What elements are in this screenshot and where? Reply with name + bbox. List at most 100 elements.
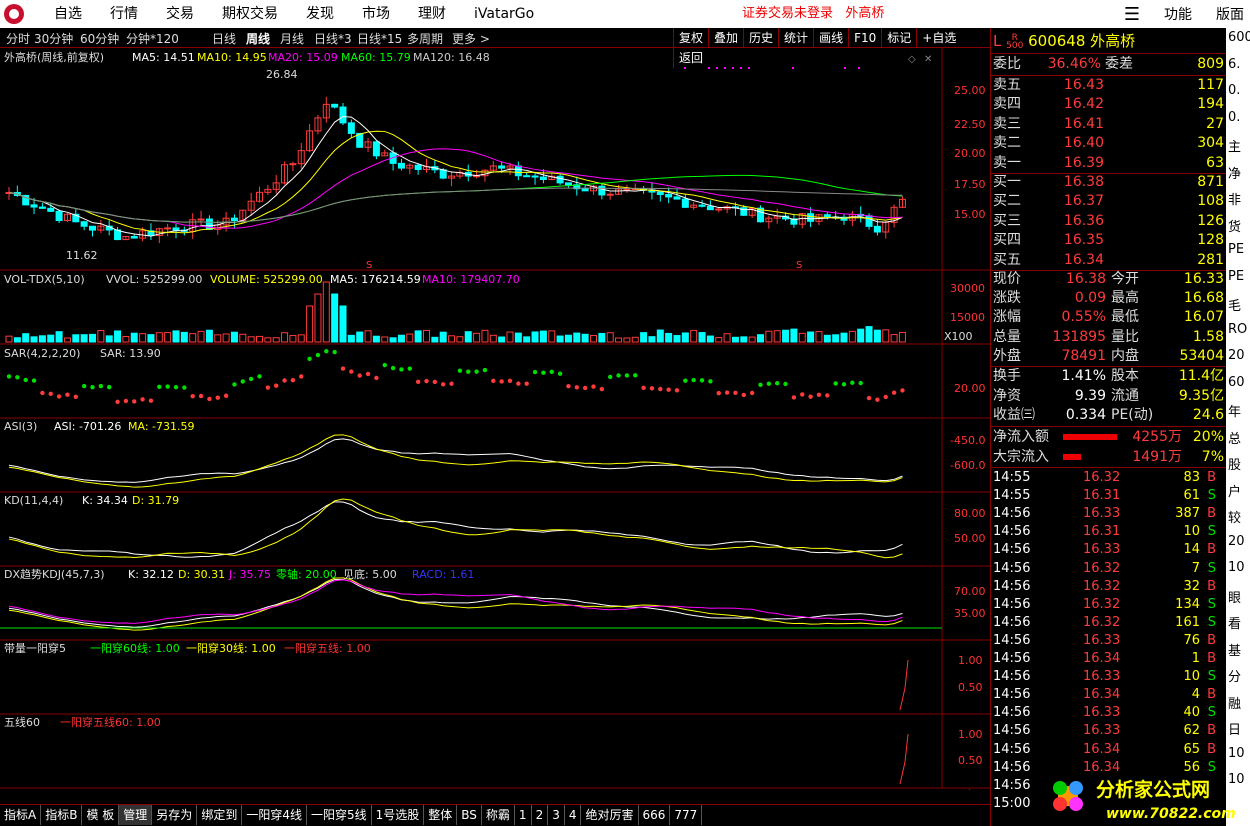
volume-bar (673, 335, 681, 343)
menu-item-options[interactable]: 期权交易 (208, 0, 292, 28)
menu-list-icon[interactable]: ☰ (1124, 4, 1140, 25)
tick-row: 14:56 16.34 4 B (991, 686, 1222, 704)
period-tab-day15[interactable]: 日线*15 (357, 30, 402, 47)
indicator-tab[interactable]: 1 (515, 805, 532, 825)
indicator-tab[interactable]: 一阳穿4线 (242, 805, 307, 825)
indicator-tab[interactable]: 指标B (41, 805, 83, 825)
watermark-logo: 分析家公式网 www.70822.com (1053, 778, 1236, 822)
flow-bar (1063, 453, 1081, 460)
indicator-tab[interactable]: 绝对厉害 (581, 805, 639, 825)
tool-fuquan[interactable]: 复权 (673, 28, 708, 48)
book-row[interactable]: 卖四 16.42 194 (993, 95, 1224, 114)
tool-overlay[interactable]: 叠加 (708, 28, 743, 48)
indicator-tab[interactable]: 整体 (424, 805, 458, 825)
volume-bar (214, 334, 222, 343)
candle-body (665, 194, 673, 198)
sar-dot (758, 382, 763, 387)
tick-time: 14:56 (993, 705, 1031, 721)
candle-body (523, 175, 531, 178)
period-tab-60m[interactable]: 60分钟 (80, 30, 119, 47)
sar-dot (649, 386, 655, 391)
indicator-tab[interactable]: 指标A (0, 805, 42, 825)
menu-item-favorites[interactable]: 自选 (40, 0, 96, 28)
book-price: 16.34 (1063, 251, 1104, 268)
indicator-tab[interactable]: 666 (639, 805, 671, 825)
indicator-tab[interactable]: 另存为 (152, 805, 198, 825)
x-axis-tick: 2018年10 (4, 789, 57, 790)
period-tab-30m[interactable]: 30分钟 (34, 30, 73, 47)
sar-dot (658, 386, 663, 392)
side-info-item: 20 (1228, 533, 1245, 549)
period-tab-more[interactable]: 更多 > (452, 30, 490, 47)
indicator-tab[interactable]: 绑定到 (197, 805, 243, 825)
menu-item-discover[interactable]: 发现 (292, 0, 348, 28)
volume-bar (873, 329, 881, 343)
side-info-item: 20 (1228, 348, 1245, 363)
indicator-tab[interactable]: 3 (548, 805, 565, 825)
side-info-item: 主 (1228, 140, 1242, 155)
kline-chart-area[interactable]: S S◇ ✕ 外高桥(周线,前复权) MA5: 14.51 MA10: 14.95 … (0, 48, 990, 790)
indicator-tab[interactable]: 模 板 (82, 805, 120, 825)
ma10-label: MA10: 14.95 (197, 51, 267, 64)
volume-bar (155, 332, 163, 343)
book-row[interactable]: 卖五 16.43 117 (993, 76, 1224, 95)
period-tab-day3[interactable]: 日线*3 (314, 30, 352, 47)
period-tab-week[interactable]: 周线 (246, 30, 270, 47)
tool-mark[interactable]: 标记 (881, 28, 916, 48)
period-tab-fenshi[interactable]: 分时 (6, 30, 30, 47)
volume-bar (322, 281, 330, 343)
tick-time: 14:56 (993, 578, 1031, 594)
book-row[interactable]: 买五 16.34 281 (993, 251, 1224, 270)
indicator-tab[interactable]: 2 (532, 805, 549, 825)
tick-price: 16.32 (1083, 614, 1121, 630)
indicator-tab[interactable]: BS (457, 805, 482, 825)
volume-bar (757, 334, 764, 343)
layout-button[interactable]: 版面 (1216, 4, 1244, 24)
sar-dot (507, 378, 513, 384)
flow-label: 净流入额 (993, 429, 1049, 445)
indicator-tab[interactable]: 一阳穿5线 (307, 805, 372, 825)
book-row[interactable]: 买四 16.35 128 (993, 231, 1224, 250)
sar-dot (800, 392, 805, 397)
tick-price: 16.32 (1083, 470, 1121, 485)
function-button[interactable]: 功能 (1164, 4, 1192, 24)
book-label: 卖五 (993, 77, 1021, 93)
sar-dot (557, 371, 563, 376)
book-row[interactable]: 卖三 16.41 27 (993, 115, 1224, 134)
book-row[interactable]: 买一 16.38 871 (993, 173, 1224, 192)
tool-stats[interactable]: 统计 (778, 28, 813, 48)
period-tab-day[interactable]: 日线 (212, 30, 236, 47)
menu-item-quotes[interactable]: 行情 (96, 0, 152, 28)
sar-dot (98, 383, 104, 389)
tool-f10[interactable]: F10 (848, 28, 881, 48)
book-row[interactable]: 卖二 16.40 304 (993, 134, 1224, 153)
tick-volume: 14 (1183, 542, 1200, 558)
sar-dot (382, 362, 387, 368)
indicator-tab[interactable]: 称霸 (482, 805, 515, 825)
menu-item-ivatargo[interactable]: iVatarGo (460, 0, 548, 28)
menu-item-trade[interactable]: 交易 (152, 0, 208, 28)
indicator-tab[interactable]: 777 (670, 805, 703, 825)
side-info-item: RO (1228, 321, 1248, 337)
stat-value: 1.41% (1061, 368, 1106, 384)
tool-draw[interactable]: 画线 (813, 28, 848, 48)
login-notice[interactable]: 证券交易未登录 外高桥 (742, 0, 884, 28)
book-row[interactable]: 买二 16.37 108 (993, 192, 1224, 211)
indicator-tab[interactable]: 4 (565, 805, 582, 825)
period-tab-120m[interactable]: 分钟*120 (126, 30, 179, 47)
tool-add-fav[interactable]: +自选 (916, 28, 961, 48)
book-row[interactable]: 卖一 16.39 63 (993, 154, 1224, 173)
book-row[interactable]: 买三 16.36 126 (993, 212, 1224, 231)
volume-bar (297, 334, 305, 343)
indicator-tab[interactable]: 1号选股 (372, 805, 425, 825)
volume-bar (423, 329, 430, 343)
period-tab-multi[interactable]: 多周期 (407, 30, 443, 47)
period-tab-month[interactable]: 月线 (280, 30, 304, 47)
menu-item-market[interactable]: 市场 (348, 0, 404, 28)
tool-history[interactable]: 历史 (743, 28, 778, 48)
menu-item-finance[interactable]: 理财 (404, 0, 460, 28)
indicator-tab[interactable]: 管理 (119, 805, 153, 825)
asi-axis-2: -600.0 (950, 459, 985, 472)
volume-bar (506, 331, 514, 343)
sar-dot (15, 375, 20, 380)
